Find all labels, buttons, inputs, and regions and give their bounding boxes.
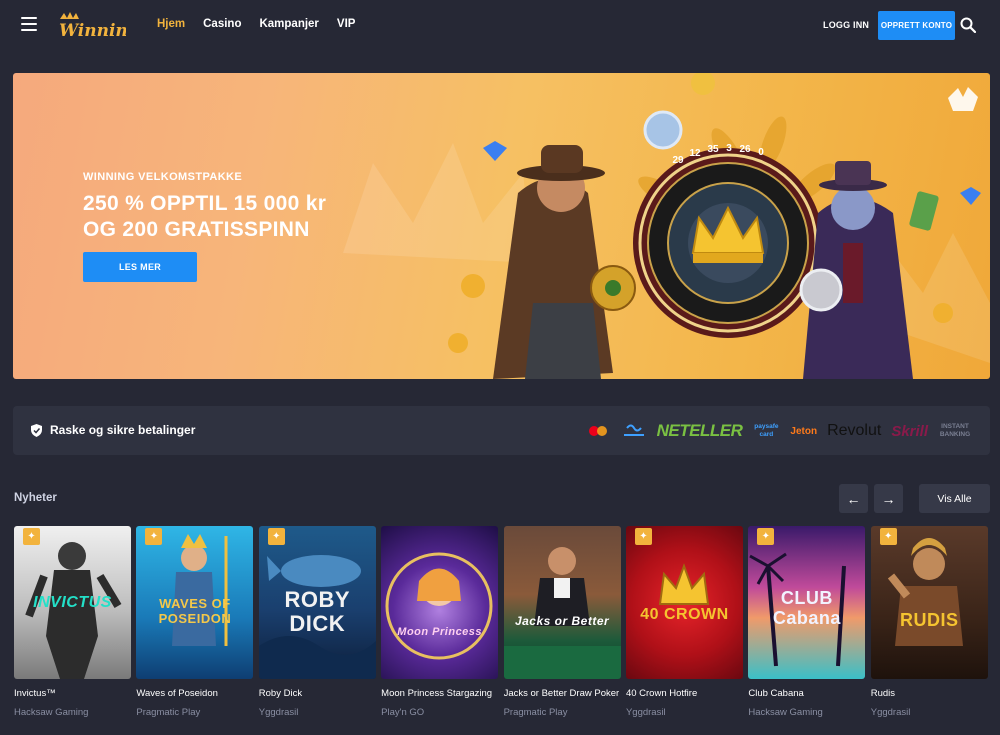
logo-text: Winning [59, 21, 126, 41]
game-name: 40 Crown Hotfire [625, 688, 698, 699]
mastercard-icon [588, 426, 607, 436]
game-provider: Pragmatic Play [136, 707, 201, 718]
game-name: Moon Princess Stargazing [381, 688, 493, 699]
read-more-button[interactable]: LES MER [83, 252, 197, 282]
game-provider: Hacksaw Gaming [14, 707, 89, 718]
game-thumb-title: RUDIS [899, 610, 959, 630]
crown-icon [658, 563, 710, 605]
signup-button[interactable]: OPPRETT KONTO [878, 11, 955, 40]
game-thumbnail[interactable]: WAVES OF POSEIDON ✦ [136, 526, 254, 679]
gladiator-icon [887, 538, 963, 646]
roulette-number: 12 [689, 148, 701, 159]
arrow-right-icon: → [881, 490, 896, 507]
game-thumbnail[interactable]: 40 CROWN ✦ [625, 526, 743, 679]
hero-text: WINNING VELKOMSTPAKKE 250 % OPPTIL 15 00… [83, 171, 326, 243]
game-card[interactable]: RUDIS ✦ Rudis Yggdrasil [870, 526, 988, 718]
game-card[interactable]: Moon Princess Moon Princess Stargazing P… [381, 526, 499, 718]
game-name: Jacks or Better Draw Poker [503, 688, 620, 699]
game-card[interactable]: WAVES OF POSEIDON ✦ Waves of Poseidon Pr… [136, 526, 254, 718]
new-badge-icon: ✦ [757, 528, 775, 545]
game-provider: Play'n GO [381, 707, 425, 718]
roulette-number: 35 [707, 144, 719, 155]
prev-arrow-button[interactable]: ← [839, 484, 868, 513]
game-thumbnail[interactable]: ROBY DICK ✦ [258, 526, 376, 679]
skrill-logo: Skrill [891, 422, 928, 440]
instant-banking-logo: INSTANT BANKING [939, 423, 971, 438]
game-thumbnail[interactable]: Jacks or Better [503, 526, 621, 679]
paysafecard-logo: paysafe card [754, 423, 779, 438]
menu-icon[interactable] [21, 17, 37, 31]
nav-kampanjer[interactable]: Kampanjer [259, 18, 318, 30]
game-thumb-title: CLUB Cabana [772, 588, 841, 628]
game-card[interactable]: ROBY DICK ✦ Roby Dick Yggdrasil [258, 526, 376, 718]
new-badge-icon: ✦ [267, 528, 285, 545]
infinity-payment-icon [623, 424, 644, 436]
game-provider: Hacksaw Gaming [748, 707, 823, 718]
game-provider: Yggdrasil [870, 707, 911, 718]
roulette-number: 26 [739, 144, 751, 155]
game-thumb-title: Moon Princess [397, 626, 483, 638]
game-thumb-title: 40 CROWN [640, 606, 729, 623]
hero-banner[interactable]: 29 12 35 3 26 0 WINNING VELKOMSTPAKKE 25… [13, 73, 990, 379]
view-all-button[interactable]: Vis Alle [919, 484, 990, 513]
game-thumb-title: ROBY DICK [284, 587, 351, 636]
game-list: INVICTUS ✦ Invictus™ Hacksaw Gaming WAVE… [14, 526, 1000, 718]
game-name: Waves of Poseidon [136, 688, 218, 699]
nav-vip[interactable]: VIP [337, 18, 356, 30]
section-title: Nyheter [14, 492, 57, 504]
game-thumbnail[interactable]: Moon Princess [381, 526, 499, 679]
game-thumbnail[interactable]: INVICTUS ✦ [14, 526, 131, 679]
game-thumbnail[interactable]: CLUB Cabana ✦ [748, 526, 866, 679]
game-provider: Pragmatic Play [503, 707, 568, 718]
neteller-logo: NETELLER [656, 421, 743, 440]
game-name: Club Cabana [748, 688, 804, 699]
payments-label-text: Raske og sikre betalinger [50, 423, 196, 437]
arrow-left-icon: ← [846, 490, 861, 507]
top-header: Winning Hjem Casino Kampanjer VIP LOGG I… [0, 0, 1000, 52]
game-thumb-title: Jacks or Better [514, 614, 610, 628]
game-thumb-title: WAVES OF POSEIDON [158, 596, 232, 626]
winning-logo[interactable]: Winning [56, 10, 126, 42]
roulette-number: 3 [726, 143, 732, 154]
dealer-figure-icon [503, 547, 621, 679]
nav-hjem[interactable]: Hjem [157, 18, 185, 30]
game-card[interactable]: 40 CROWN ✦ 40 Crown Hotfire Yggdrasil [625, 526, 743, 718]
jeton-logo: Jeton [790, 425, 818, 437]
game-name: Invictus™ [14, 688, 56, 699]
game-thumbnail[interactable]: RUDIS ✦ [870, 526, 988, 679]
new-badge-icon: ✦ [145, 528, 163, 545]
login-button[interactable]: LOGG INN [823, 20, 869, 30]
new-badge-icon: ✦ [23, 528, 40, 545]
hero-title-line1: 250 % OPPTIL 15 000 kr [83, 192, 327, 215]
payment-logos: NETELLER paysafe card Jeton Revolut Skri… [585, 418, 972, 444]
game-name: Rudis [870, 688, 896, 699]
hero-subtitle: WINNING VELKOMSTPAKKE [83, 171, 243, 183]
next-arrow-button[interactable]: → [874, 484, 903, 513]
game-thumb-title: INVICTUS [33, 594, 112, 611]
new-badge-icon: ✦ [879, 528, 897, 545]
main-nav: Hjem Casino Kampanjer VIP [157, 18, 373, 30]
roulette-number: 29 [672, 155, 684, 166]
payments-bar: Raske og sikre betalinger NETELLER paysa… [13, 406, 990, 455]
shield-check-icon [31, 423, 42, 437]
game-provider: Yggdrasil [625, 707, 666, 718]
game-card[interactable]: INVICTUS ✦ Invictus™ Hacksaw Gaming [14, 526, 131, 718]
game-card[interactable]: CLUB Cabana ✦ Club Cabana Hacksaw Gaming [748, 526, 866, 718]
roulette-number: 0 [758, 147, 764, 158]
new-badge-icon: ✦ [634, 528, 652, 545]
nav-casino[interactable]: Casino [203, 18, 241, 30]
payments-label: Raske og sikre betalinger [31, 423, 195, 437]
game-provider: Yggdrasil [258, 707, 299, 718]
game-name: Roby Dick [258, 688, 303, 699]
search-icon[interactable] [960, 17, 976, 33]
hero-title-line2: OG 200 GRATISSPINN [83, 218, 310, 241]
game-card[interactable]: Jacks or Better Jacks or Better Draw Pok… [503, 526, 621, 718]
princess-portrait-icon [385, 552, 493, 660]
revolut-logo: Revolut [827, 422, 882, 439]
